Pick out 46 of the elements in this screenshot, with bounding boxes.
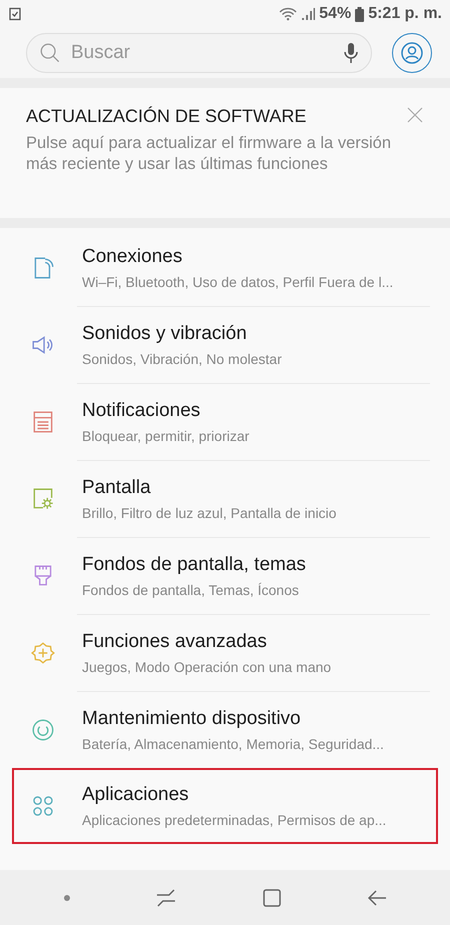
signal-icon: [301, 7, 316, 21]
profile-icon: [400, 41, 424, 65]
item-subtitle: Wi–Fi, Bluetooth, Uso de datos, Perfil Fuera de l...: [82, 274, 394, 290]
settings-item[interactable]: Fondos de pantalla, temas Fondos de pantalla, Temas, Íconos: [12, 538, 438, 614]
back-icon: [367, 888, 388, 908]
settings-item[interactable]: Sonidos y vibración Sonidos, Vibración, No molestar: [12, 307, 438, 383]
settings-item[interactable]: Pantalla Brillo, Filtro de luz azul, Pantalla de inicio: [12, 461, 438, 537]
item-subtitle: Sonidos, Vibración, No molestar: [82, 351, 283, 367]
close-icon: [406, 106, 424, 124]
item-subtitle: Fondos de pantalla, Temas, Íconos: [82, 582, 300, 598]
settings-item[interactable]: Funciones avanzadas Juegos, Modo Operación con una mano: [12, 615, 438, 691]
battery-icon: [355, 6, 364, 22]
settings-item[interactable]: Conexiones Wi–Fi, Bluetooth, Uso de datos, Perfil Fuera de l...: [12, 230, 438, 306]
card-text: Pulse aquí para actualizar el firmware a la versión más reciente y usar las últimas funciones: [26, 133, 392, 175]
home-button[interactable]: [262, 888, 282, 908]
clock: 5:21 p. m.: [368, 5, 442, 23]
settings-item[interactable]: Aplicaciones Aplicaciones predeterminadas, Permisos de ap...: [12, 768, 438, 844]
back-button[interactable]: [367, 888, 388, 908]
item-subtitle: Brillo, Filtro de luz azul, Pantalla de inicio: [82, 505, 338, 521]
recent-apps-button[interactable]: [156, 888, 176, 908]
recent-apps-icon: [156, 888, 176, 908]
search-field[interactable]: Buscar: [69, 41, 335, 65]
item-subtitle: Juegos, Modo Operación con una mano: [82, 659, 332, 675]
search-bar[interactable]: Buscar: [26, 33, 372, 73]
clipboard-icon: [8, 7, 22, 21]
microphone-icon[interactable]: [343, 41, 359, 65]
search-icon: [39, 42, 61, 64]
battery-percentage: 54%: [319, 5, 352, 23]
item-title: Fondos de pantalla, temas: [82, 554, 307, 576]
item-subtitle: Aplicaciones predeterminadas, Permisos de ap...: [82, 812, 388, 828]
item-title: Notificaciones: [82, 400, 202, 422]
wifi-icon: [279, 7, 298, 21]
item-title: Pantalla: [82, 477, 152, 499]
settings-item[interactable]: Mantenimiento dispositivo Batería, Almacenamiento, Memoria, Seguridad...: [12, 692, 438, 768]
item-title: Sonidos y vibración: [82, 323, 248, 345]
item-title: Funciones avanzadas: [82, 631, 268, 653]
home-icon: [262, 888, 282, 908]
item-title: Mantenimiento dispositivo: [82, 708, 302, 730]
item-subtitle: Bloquear, permitir, priorizar: [82, 428, 250, 444]
item-title: Aplicaciones: [82, 784, 190, 806]
dot-icon: [62, 894, 71, 902]
item-title: Conexiones: [82, 246, 184, 268]
card-title: ACTUALIZACIÓN DE SOFTWARE: [26, 106, 308, 127]
profile-button[interactable]: [392, 33, 432, 73]
item-subtitle: Batería, Almacenamiento, Memoria, Seguridad...: [82, 736, 385, 752]
settings-item[interactable]: Notificaciones Bloquear, permitir, priorizar: [12, 384, 438, 460]
